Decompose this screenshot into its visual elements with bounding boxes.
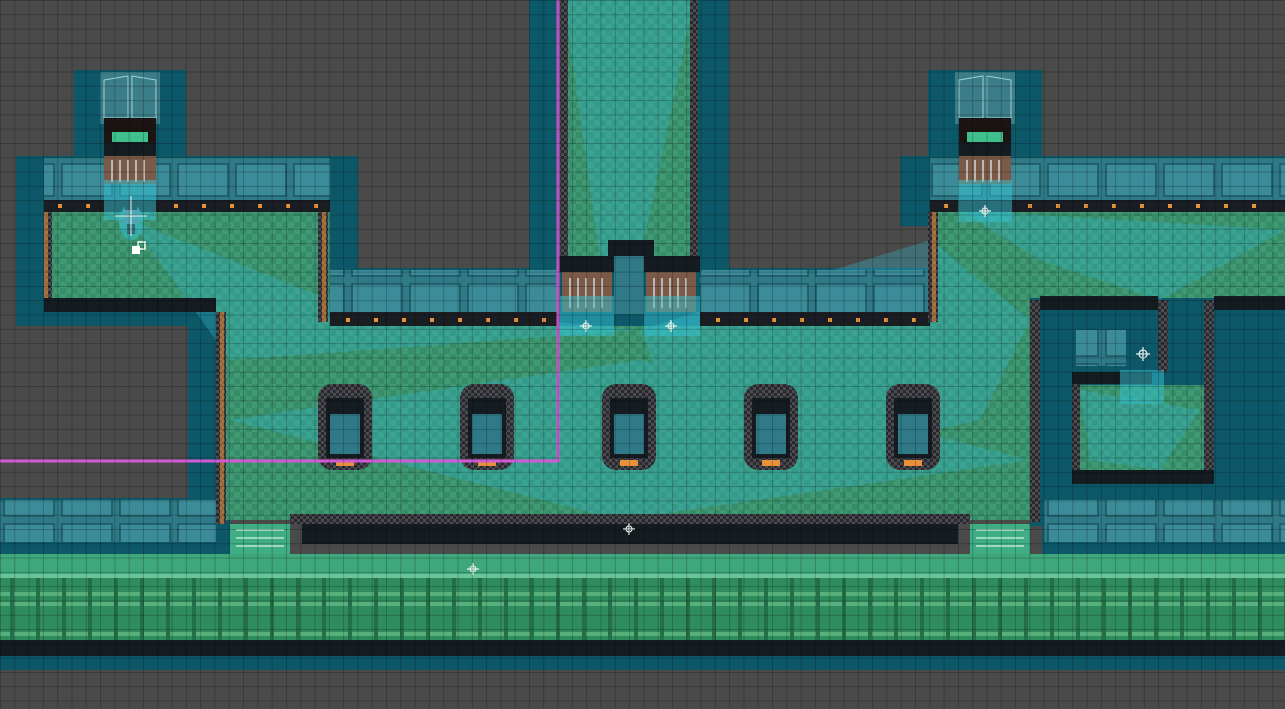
pillar-icon [602, 384, 656, 470]
pillar-icon [886, 384, 940, 470]
track-bottom-wall [0, 656, 1285, 670]
door-north-west[interactable] [100, 72, 160, 184]
rail-track-icon [0, 578, 1285, 640]
stairs-right[interactable] [970, 524, 1030, 554]
pillar-icon [460, 384, 514, 470]
tile-map-canvas[interactable] [0, 0, 1285, 709]
stairs-left[interactable] [230, 524, 290, 554]
platform-edge [0, 554, 1285, 578]
pillar-icon [744, 384, 798, 470]
door-north-east[interactable] [955, 72, 1015, 184]
pillar-icon [318, 384, 372, 470]
map-editor-viewport[interactable] [0, 0, 1285, 709]
